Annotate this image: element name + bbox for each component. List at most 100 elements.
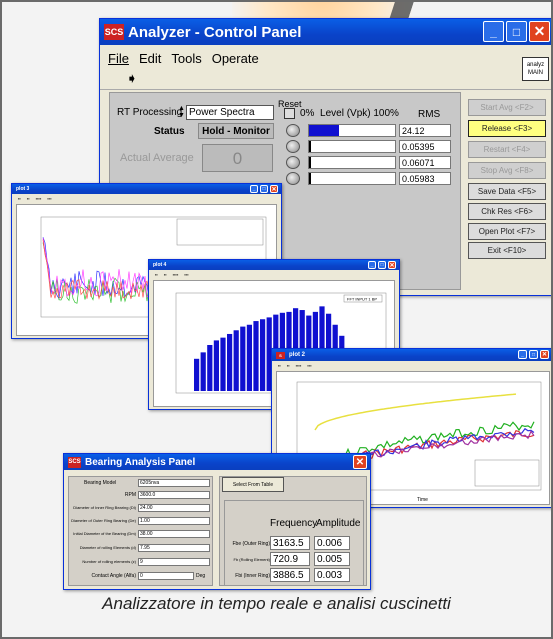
actual-average-label: Actual Average [120,152,194,164]
select-from-table-button[interactable]: Select From Table [222,477,284,492]
plot3-menu-graphics[interactable]: ▪▪▪▪ [36,196,42,201]
plot4-maximize-button[interactable]: □ [378,261,386,269]
level-fill-2 [309,141,311,152]
stop-avg-button[interactable]: Stop Avg <F8> [468,162,546,179]
menu-edit[interactable]: Edit [139,51,161,66]
plot3-menu-window[interactable]: ▪▪▪ [47,196,51,201]
plot2-close-button[interactable]: ✕ [540,350,549,359]
plot3-title: plot 3 [16,186,30,192]
bearing-close-button[interactable]: ✕ [353,455,367,469]
plot2-menu-file[interactable]: ▪▪ [278,363,281,368]
contact-angle-label: Contact Angle (Alfa) [91,573,136,579]
plot4-bar [240,326,246,391]
minimize-button[interactable]: _ [483,21,504,42]
plot4-bar [253,321,259,391]
plot3-maximize-button[interactable]: □ [260,185,268,193]
menu-tools[interactable]: Tools [171,51,201,66]
bearing-model-label: Bearing Model [84,480,117,486]
fb-amplitude: 0.005 [314,552,350,566]
run-arrow-icon[interactable]: ➧ [126,70,138,87]
release-button[interactable]: Release <F3> [468,120,546,137]
plot4-menu-bar: ▪▪ ▪▪ ▪▪▪▪ ▪▪▪ [149,272,189,277]
initial-diameter-field[interactable]: 38.00 [138,530,210,538]
plot4-legend: FFT INPUT 1 BP [347,297,377,302]
plot3-minimize-button[interactable]: _ [250,185,258,193]
outer-ring-label: Diameter of Outer Ring Bearing (De) [71,518,136,523]
rolling-diameter-field[interactable]: 7.95 [138,544,210,552]
badge-line1: analyz [526,62,545,68]
contact-angle-field[interactable]: 0 [138,572,194,580]
plot2-xlabel: Time [417,497,428,503]
menu-file[interactable]: File [108,51,129,66]
rms-label: RMS [418,109,441,120]
plot3-close-button[interactable]: ✕ [270,185,278,193]
level-bar-3 [308,156,396,169]
level-fill-4 [309,173,311,184]
fbe-frequency: 3163.5 [270,536,310,550]
screenshot-frame: SCS Analyzer - Control Panel _ □ ✕ File … [0,0,553,639]
plot4-bar [200,352,206,391]
open-plot-button[interactable]: Open Plot <F7> [468,223,546,240]
plot4-bar [260,319,266,391]
rolling-diameter-label: Diameter of rolling Elements (d) [79,545,136,550]
save-data-button[interactable]: Save Data <F5> [468,183,546,200]
fb-label: Fb (Rolling Element) [233,557,270,562]
start-avg-button[interactable]: Start Avg <F2> [468,99,546,116]
restart-button[interactable]: Restart <F4> [468,141,546,158]
plot3-menu-file[interactable]: ▪▪ [18,196,21,201]
plot2-menu-graphics[interactable]: ▪▪▪▪ [296,363,302,368]
plot4-bar [194,358,200,391]
bearing-titlebar[interactable]: SCS Bearing Analysis Panel ✕ [64,454,370,470]
close-button[interactable]: ✕ [529,21,550,42]
inner-ring-field[interactable]: 24.00 [138,504,210,512]
frequency-header: Frequency [270,518,318,529]
rms-value-4: 0.05983 [399,172,451,185]
channel-knob-4[interactable] [286,172,300,185]
channel-knob-1[interactable] [286,124,300,137]
status-value: Hold - Monitor [198,123,274,139]
plot4-menu-window[interactable]: ▪▪▪ [184,272,188,277]
plot4-menu-graphics[interactable]: ▪▪▪▪ [173,272,179,277]
plot3-menu-bar: ▪▪ ▪▪ ▪▪▪▪ ▪▪▪ [12,196,52,201]
plot2-menu-window[interactable]: ▪▪▪ [307,363,311,368]
deg-label: Deg [196,573,206,579]
control-panel-titlebar[interactable]: SCS Analyzer - Control Panel _ □ ✕ [100,19,551,45]
bearing-logo-icon: SCS [68,456,81,468]
plot3-menu-edit[interactable]: ▪▪ [27,196,30,201]
fbe-label: Fbe (Outer Ring) [232,541,270,547]
plot2-maximize-button[interactable]: □ [529,350,538,359]
caption: Analizzatore in tempo reale e analisi cu… [102,594,451,613]
plot4-minimize-button[interactable]: _ [368,261,376,269]
plot2-menu-edit[interactable]: ▪▪ [287,363,290,368]
reset-checkbox[interactable] [284,108,295,119]
plot2-title: plot 2 [289,352,305,358]
plot4-titlebar[interactable]: plot 4 _ □ ✕ [149,260,399,270]
menu-operate[interactable]: Operate [212,51,259,66]
plot4-close-button[interactable]: ✕ [388,261,396,269]
badge-line2: MAIN [528,70,543,76]
channel-knob-2[interactable] [286,140,300,153]
plot3-titlebar[interactable]: plot 3 _ □ ✕ [12,184,281,194]
bearing-model-field[interactable]: 6205nva [138,479,210,487]
rms-value-3: 0.06071 [399,156,451,169]
plot4-bar [233,330,239,391]
plot2-minimize-button[interactable]: _ [518,350,527,359]
plot2-titlebar[interactable]: S plot 2 _ □ ✕ [272,349,551,361]
plot4-bar [213,340,219,391]
plot4-bar [246,324,252,391]
maximize-button[interactable]: □ [506,21,527,42]
plot4-menu-file[interactable]: ▪▪ [155,272,158,277]
plot4-menu-edit[interactable]: ▪▪ [164,272,167,277]
chk-res-button[interactable]: Chk Res <F6> [468,203,546,220]
rolling-count-label: Number of rolling elements (z) [82,559,136,564]
rms-value-1: 24.12 [399,124,451,137]
rt-processing-select[interactable]: Power Spectra [186,105,274,120]
rolling-count-field[interactable]: 9 [138,558,210,566]
rpm-field[interactable]: 3600.0 [138,491,210,499]
rt-spinner[interactable]: ▲ ▼ [178,105,186,119]
level-bar-4 [308,172,396,185]
actual-average-value: 0 [202,144,273,172]
outer-ring-field[interactable]: 1.00 [138,517,210,525]
exit-button[interactable]: Exit <F10> [468,242,546,259]
channel-knob-3[interactable] [286,156,300,169]
